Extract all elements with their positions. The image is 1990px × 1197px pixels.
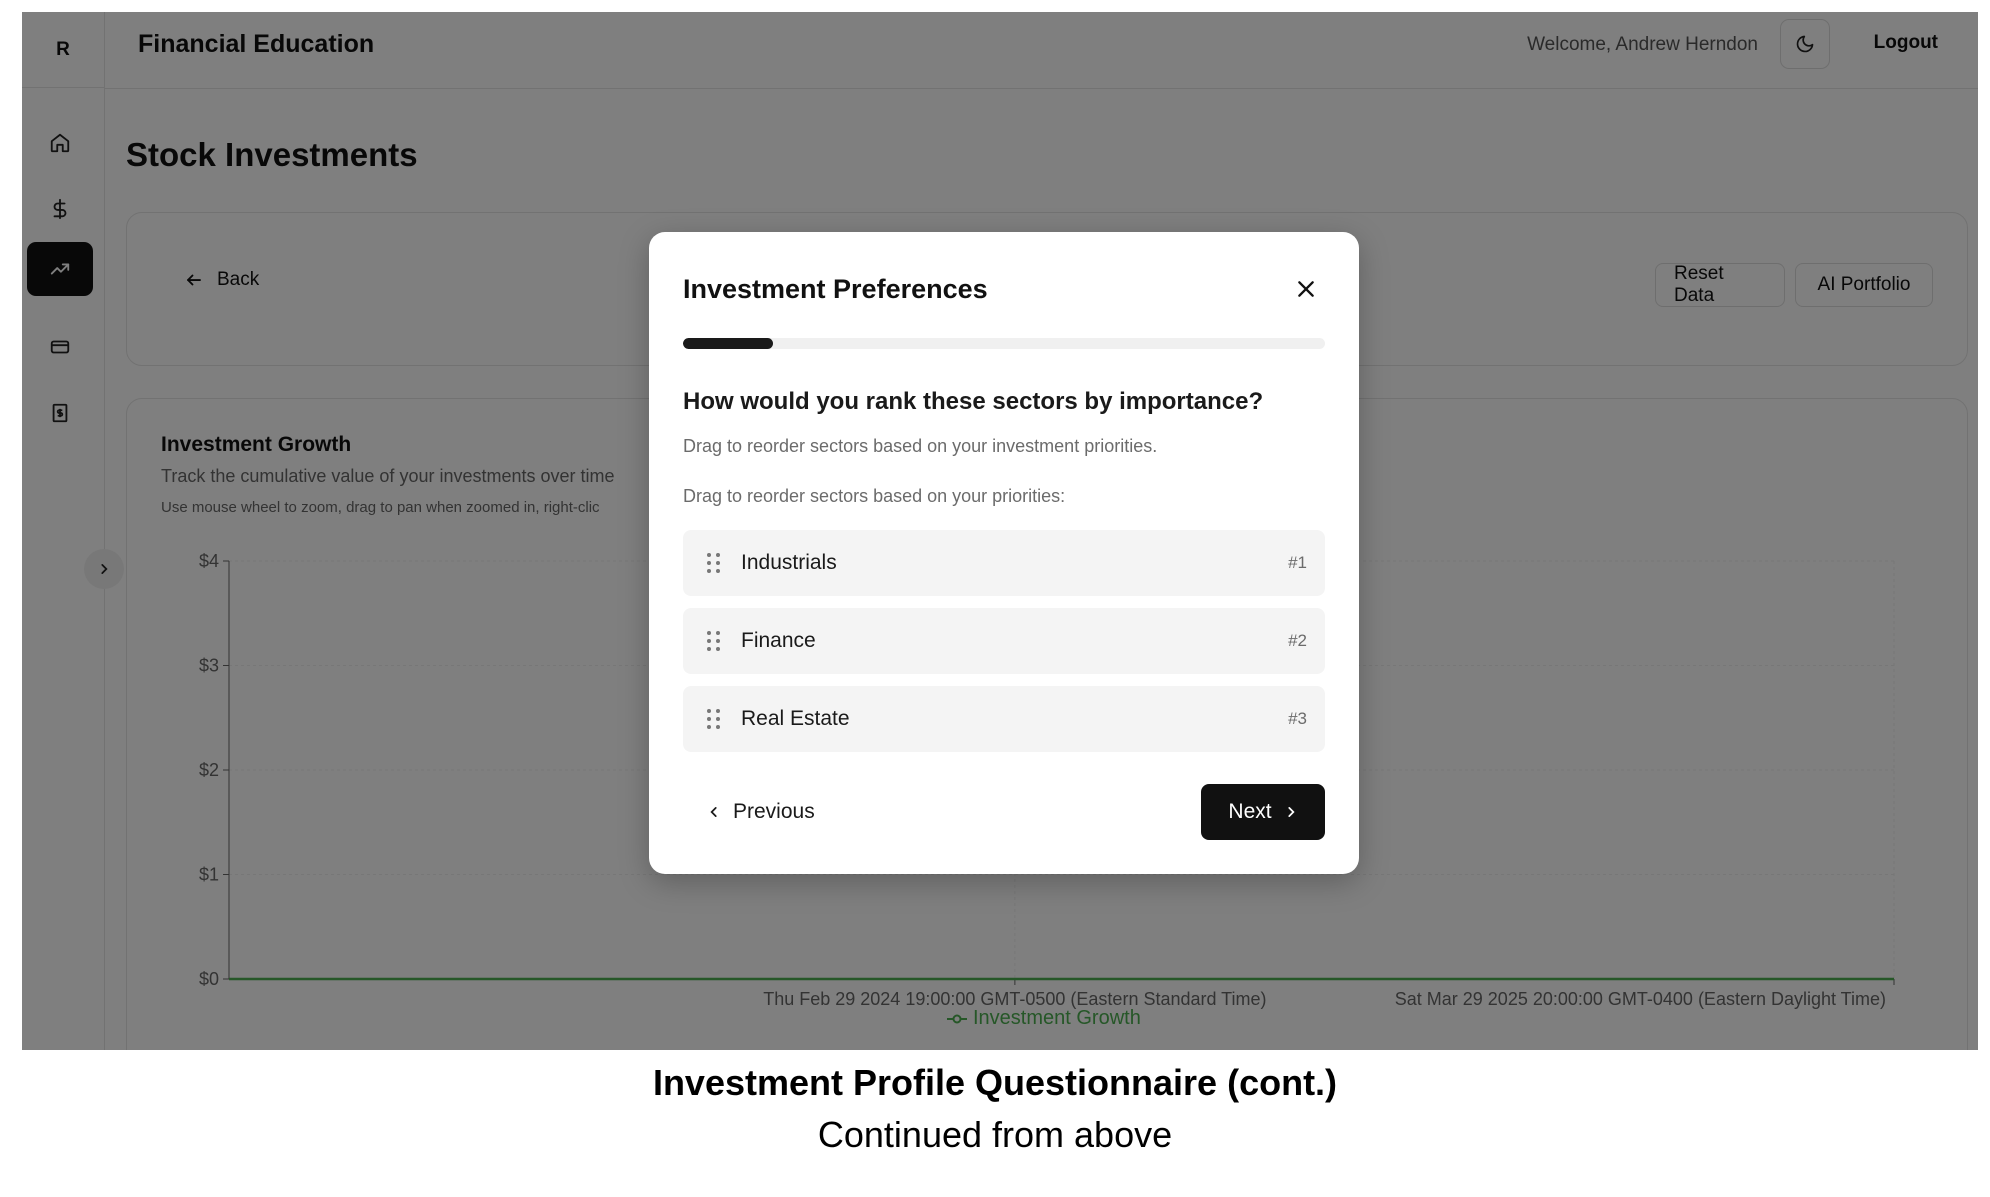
drag-handle-icon[interactable] [707,631,721,651]
sector-name: Finance [741,629,816,652]
sector-name: Real Estate [741,707,850,730]
previous-label: Previous [733,800,815,823]
sector-rank: #1 [1288,553,1307,572]
sector-item-finance[interactable]: Finance #2 [683,608,1325,674]
sector-item-real-estate[interactable]: Real Estate #3 [683,686,1325,752]
next-button[interactable]: Next [1201,784,1325,840]
sector-name: Industrials [741,551,837,574]
caption-subtitle: Continued from above [817,1114,1173,1155]
close-button[interactable] [1293,276,1319,302]
previous-button[interactable]: Previous [707,800,815,824]
caption-title: Investment Profile Questionnaire (cont.) [652,1062,1338,1103]
sector-list-label: Drag to reorder sectors based on your pr… [683,486,1066,506]
chevron-left-icon [710,807,717,817]
next-label: Next [1228,800,1272,823]
progress-fill [683,338,773,349]
progress-bar [683,338,1325,349]
drag-handle-icon[interactable] [707,553,721,573]
question-subtitle: Drag to reorder sectors based on your in… [683,436,1158,456]
sector-item-industrials[interactable]: Industrials #1 [683,530,1325,596]
drag-handle-icon[interactable] [707,709,721,729]
modal-title: Investment Preferences [683,274,988,304]
sector-rank: #2 [1288,631,1307,650]
sector-rank: #3 [1288,709,1307,728]
question-title: How would you rank these sectors by impo… [683,388,1264,415]
close-icon [1298,281,1314,297]
investment-preferences-modal: Investment Preferences How would you ran… [649,232,1359,874]
app-window: R Financial Education Welcome, Andrew He… [22,12,1978,1050]
chevron-right-icon [1287,807,1295,817]
